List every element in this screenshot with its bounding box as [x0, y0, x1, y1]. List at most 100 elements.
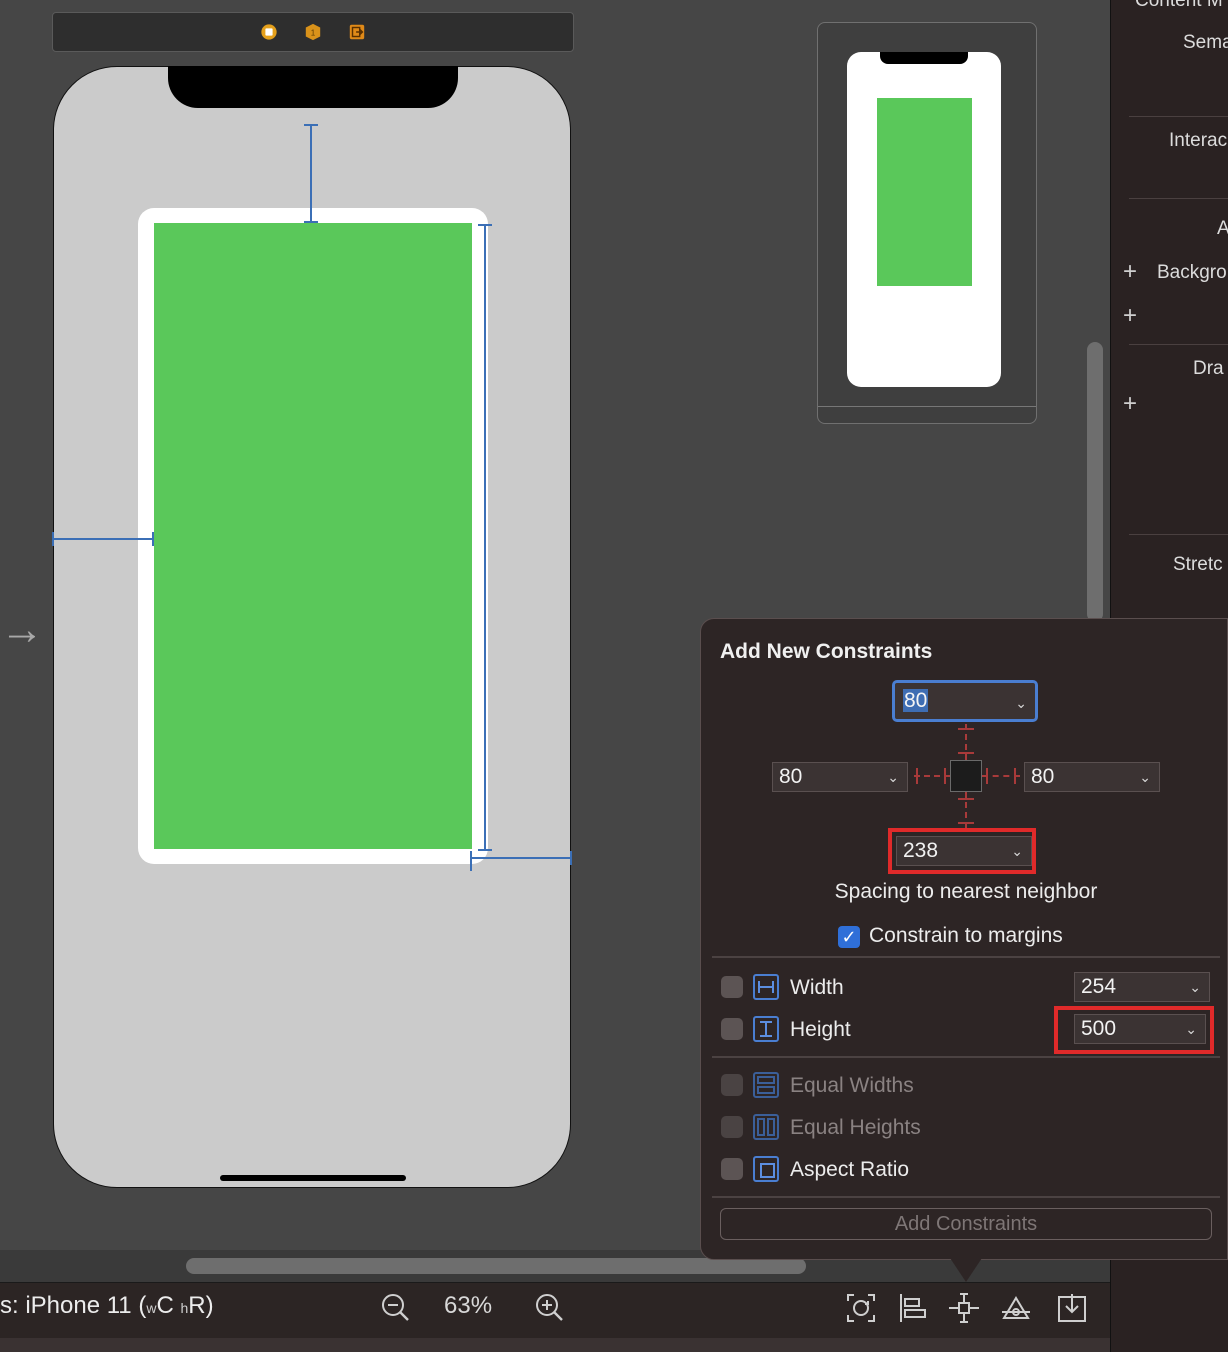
chevron-down-icon[interactable]: ⌄ — [887, 763, 899, 791]
zoom-in-icon[interactable] — [534, 1292, 564, 1322]
inspector-label-content-mode: Content M — [1135, 0, 1223, 11]
resolve-issues-icon[interactable] — [1000, 1292, 1032, 1324]
width-value: 254 — [1081, 975, 1117, 998]
strut-cap — [958, 822, 974, 824]
align-icon[interactable] — [897, 1292, 929, 1324]
horizontal-scrollbar[interactable] — [186, 1258, 806, 1274]
popover-divider — [712, 1056, 1220, 1058]
home-indicator — [220, 1175, 406, 1181]
strut-cap — [916, 768, 918, 784]
preview-divider — [818, 406, 1036, 407]
leading-constraint-line[interactable] — [52, 538, 154, 540]
embed-in-icon[interactable] — [1056, 1292, 1088, 1324]
view-controller-icon[interactable] — [260, 23, 278, 41]
strut-cap — [958, 798, 974, 800]
highlight-box-height — [1054, 1006, 1214, 1054]
aspect-ratio-checkbox[interactable] — [721, 1158, 743, 1180]
constrain-margins-label: Constrain to margins — [869, 924, 1063, 947]
inspector-label-stretching: Stretc — [1173, 554, 1223, 575]
highlight-box-bottom — [888, 828, 1036, 874]
width-label: Width — [790, 976, 844, 999]
leading-spacing-value: 80 — [779, 765, 803, 788]
update-frames-icon[interactable] — [845, 1292, 877, 1324]
zoom-level: 63% — [444, 1292, 493, 1319]
width-class: C — [156, 1292, 174, 1319]
constrain-margins-checkbox[interactable]: ✓ — [838, 926, 860, 948]
green-view[interactable] — [154, 223, 472, 849]
leading-spacing-field[interactable]: 80 ⌄ — [772, 762, 908, 792]
strut-cap — [944, 768, 946, 784]
inspector-label-drawing: Dra — [1193, 358, 1224, 379]
spacing-label: Spacing to nearest neighbor — [834, 880, 1098, 903]
phone-notch — [168, 66, 458, 108]
exit-icon[interactable] — [348, 23, 366, 41]
inspector-divider — [1129, 534, 1228, 535]
aspect-ratio-icon — [753, 1156, 779, 1182]
chevron-down-icon[interactable]: ⌄ — [1139, 763, 1151, 791]
add-constraints-button[interactable]: Add Constraints — [720, 1208, 1212, 1240]
width-checkbox[interactable] — [721, 976, 743, 998]
aspect-ratio-label: Aspect Ratio — [790, 1158, 910, 1181]
height-class: R — [188, 1292, 206, 1319]
first-responder-icon[interactable]: 1 — [304, 23, 322, 41]
trailing-spacing-value: 80 — [1031, 765, 1055, 788]
inspector-label-background: Backgro — [1157, 262, 1227, 283]
height-constraint-cap-top — [478, 224, 492, 226]
height-label: Height — [790, 1018, 851, 1041]
strut-cap — [958, 728, 974, 730]
equal-heights-checkbox[interactable] — [721, 1116, 743, 1138]
equal-widths-checkbox[interactable] — [721, 1074, 743, 1096]
popover-divider — [712, 1196, 1220, 1198]
vertical-scrollbar[interactable] — [1087, 342, 1103, 622]
equal-widths-label: Equal Widths — [790, 1074, 914, 1097]
plus-icon[interactable]: + — [1123, 392, 1137, 416]
trailing-constraint-cap — [470, 851, 472, 871]
inspector-label-semantic: Sema — [1183, 32, 1228, 53]
inspector-divider — [1129, 344, 1228, 345]
strut-cap — [1014, 768, 1016, 784]
strut-cap — [958, 752, 974, 754]
chevron-down-icon[interactable]: ⌄ — [1015, 689, 1027, 717]
zoom-out-icon[interactable] — [380, 1292, 410, 1322]
popover-divider — [712, 956, 1220, 958]
height-constraint-cap-bottom — [478, 849, 492, 851]
scene-dock: 1 — [52, 12, 574, 52]
height-constraint-icon — [753, 1016, 779, 1042]
inspector-divider — [1129, 198, 1228, 199]
preview-notch — [880, 52, 968, 64]
top-constraint-line[interactable] — [310, 125, 312, 223]
preview-green-view — [877, 98, 972, 286]
top-spacing-field[interactable]: 80 ⌄ — [892, 680, 1038, 722]
equal-widths-icon — [753, 1072, 779, 1098]
top-constraint-cap-bottom — [304, 221, 318, 223]
height-checkbox[interactable] — [721, 1018, 743, 1040]
width-field[interactable]: 254 ⌄ — [1074, 972, 1210, 1002]
strut-cap — [986, 768, 988, 784]
plus-icon[interactable]: + — [1123, 260, 1137, 284]
width-class-prefix: w — [146, 1300, 157, 1316]
trailing-constraint-cap-right — [570, 851, 572, 865]
plus-icon[interactable]: + — [1123, 304, 1137, 328]
inspector-label-alpha: A — [1217, 218, 1228, 239]
top-spacing-value: 80 — [903, 689, 929, 712]
add-new-constraints-icon[interactable] — [948, 1292, 980, 1324]
trailing-spacing-field[interactable]: 80 ⌄ — [1024, 762, 1160, 792]
device-label-suffix: ) — [205, 1292, 214, 1319]
chevron-down-icon[interactable]: ⌄ — [1189, 973, 1201, 1001]
trailing-constraint-line[interactable] — [472, 857, 572, 859]
top-constraint-cap — [304, 124, 318, 126]
inspector-divider — [1129, 116, 1228, 117]
equal-heights-label: Equal Heights — [790, 1116, 921, 1139]
leading-constraint-cap — [52, 532, 54, 546]
inspector-label-interaction: Interac — [1169, 130, 1228, 151]
footer-strip — [0, 1338, 1110, 1352]
popover-title: Add New Constraints — [720, 640, 933, 663]
leading-constraint-cap-right — [152, 532, 154, 546]
device-label-prefix: s: iPhone 11 ( — [0, 1292, 147, 1319]
width-constraint-icon — [753, 974, 779, 1000]
equal-heights-icon — [753, 1114, 779, 1140]
view-placeholder-box — [950, 760, 982, 792]
device-config-button[interactable]: s: iPhone 11 (wC hR) — [0, 1292, 214, 1320]
height-constraint-line[interactable] — [484, 225, 486, 851]
popover-arrow — [950, 1258, 982, 1282]
